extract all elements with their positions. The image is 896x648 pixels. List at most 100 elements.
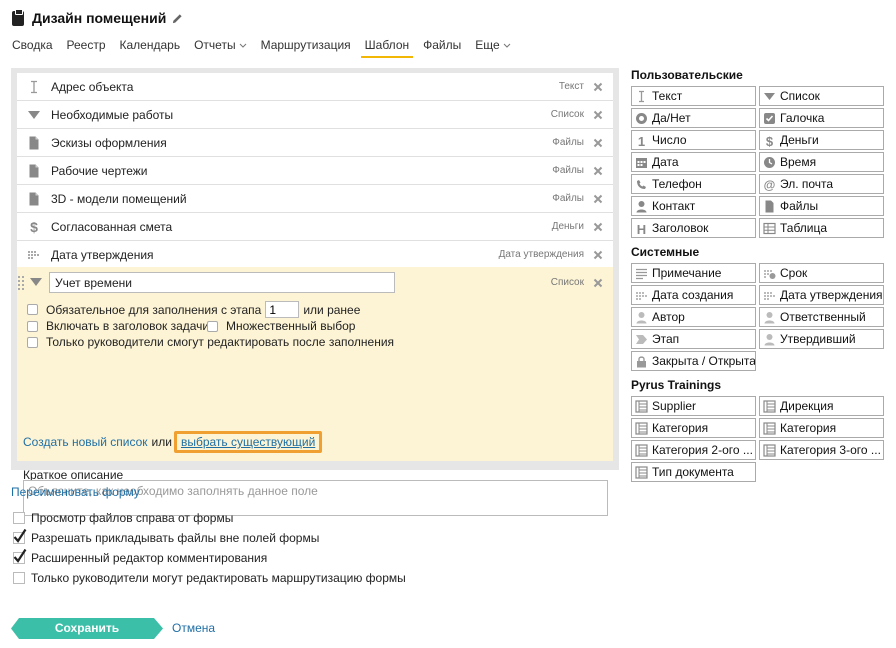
tab-more[interactable]: Еще xyxy=(475,36,511,58)
field-row-sketches[interactable]: Эскизы оформления Файлы xyxy=(17,129,613,157)
palette-approver-button[interactable]: Утвердивший xyxy=(759,329,884,349)
field-row-address[interactable]: Адрес объекта Текст xyxy=(17,73,613,101)
pick-existing-link[interactable]: выбрать существующий xyxy=(173,431,323,453)
checkmark-icon xyxy=(13,528,27,543)
close-icon[interactable] xyxy=(593,250,603,260)
text-cursor-icon xyxy=(31,80,37,94)
create-list-link[interactable]: Создать новый список xyxy=(23,435,148,449)
close-icon[interactable] xyxy=(593,110,603,120)
palette-files-button[interactable]: Файлы xyxy=(759,196,884,216)
close-icon[interactable] xyxy=(593,222,603,232)
field-type: Дата утверждения xyxy=(498,249,584,260)
palette-directorate-button[interactable]: Дирекция xyxy=(759,396,884,416)
date-dots-icon xyxy=(28,251,39,259)
tab-reports[interactable]: Отчеты xyxy=(194,36,246,58)
field-row-3d-models[interactable]: 3D - модели помещений Файлы xyxy=(17,185,613,213)
close-icon[interactable] xyxy=(593,278,603,288)
field-name-input[interactable] xyxy=(49,272,395,293)
palette-number-button[interactable]: 1 Число xyxy=(631,130,756,150)
palette-table-button[interactable]: Таблица xyxy=(759,218,884,238)
stage-input[interactable] xyxy=(265,301,300,318)
triangle-down-icon xyxy=(30,278,42,286)
managers-only-checkbox[interactable] xyxy=(27,336,38,348)
page-title: Дизайн помещений xyxy=(32,10,167,26)
close-icon[interactable] xyxy=(593,138,603,148)
palette-yes-no-button[interactable]: Да/Нет xyxy=(631,108,756,128)
include-header-label: Включать в заголовок задачи xyxy=(46,319,210,333)
form-header: Дизайн помещений xyxy=(12,8,183,28)
responsible-icon xyxy=(764,311,775,323)
file-preview-checkbox[interactable] xyxy=(13,512,25,524)
close-icon[interactable] xyxy=(593,82,603,92)
tab-registry[interactable]: Реестр xyxy=(67,36,106,58)
palette-note-button[interactable]: Примечание xyxy=(631,263,756,283)
close-icon[interactable] xyxy=(593,166,603,176)
palette-closed-open-button[interactable]: Закрыта / Открыта xyxy=(631,351,756,371)
palette-checkbox-button[interactable]: Галочка xyxy=(759,108,884,128)
close-icon[interactable] xyxy=(593,194,603,204)
tab-calendar[interactable]: Календарь xyxy=(120,36,181,58)
managers-only-option: Только руководители смогут редактировать… xyxy=(27,335,394,349)
rename-form-link[interactable]: Переименовать форму xyxy=(11,485,140,499)
managers-routing-checkbox[interactable] xyxy=(13,572,25,584)
clipboard-icon xyxy=(12,8,24,26)
palette-category-button[interactable]: Категория xyxy=(631,418,756,438)
field-row-approval-date[interactable]: Дата утверждения Дата утверждения xyxy=(17,241,613,269)
palette-stage-button[interactable]: Этап xyxy=(631,329,756,349)
save-button[interactable]: Сохранить xyxy=(11,618,163,639)
palette-text-button[interactable]: Текст xyxy=(631,86,756,106)
palette-deadline-button[interactable]: Срок xyxy=(759,263,884,283)
field-row-estimate[interactable]: $ Согласованная смета Деньги xyxy=(17,213,613,241)
include-header-checkbox[interactable] xyxy=(27,320,38,332)
extended-editor-checkbox[interactable] xyxy=(13,548,27,564)
required-checkbox[interactable] xyxy=(27,304,38,315)
palette-money-button[interactable]: $ Деньги xyxy=(759,130,884,150)
pencil-icon[interactable] xyxy=(172,13,183,24)
tab-summary[interactable]: Сводка xyxy=(12,36,53,58)
field-row-drawings[interactable]: Рабочие чертежи Файлы xyxy=(17,157,613,185)
field-name: Согласованная смета xyxy=(51,220,173,234)
trainings-fields-grid: Supplier Дирекция Категория Категория Ка… xyxy=(631,396,889,482)
palette-category-3-button[interactable]: Категория 3-ого ... xyxy=(759,440,884,460)
file-icon xyxy=(29,136,39,150)
palette-responsible-button[interactable]: Ответственный xyxy=(759,307,884,327)
palette-date-button[interactable]: Дата xyxy=(631,152,756,172)
svg-text:$: $ xyxy=(30,220,38,234)
palette-category-2-button[interactable]: Категория 2-ого ... xyxy=(631,440,756,460)
catalog-icon xyxy=(763,421,776,435)
option-file-preview: Просмотр файлов справа от формы xyxy=(13,511,233,525)
palette-supplier-button[interactable]: Supplier xyxy=(631,396,756,416)
palette-author-button[interactable]: Автор xyxy=(631,307,756,327)
palette-approval-date-button[interactable]: Дата утверждения xyxy=(759,285,884,305)
palette-contact-button[interactable]: Контакт xyxy=(631,196,756,216)
palette-heading-button[interactable]: H Заголовок xyxy=(631,218,756,238)
field-name: Необходимые работы xyxy=(51,108,174,122)
palette-phone-button[interactable]: Телефон xyxy=(631,174,756,194)
palette-email-button[interactable]: @ Эл. почта xyxy=(759,174,884,194)
tab-files[interactable]: Файлы xyxy=(423,36,461,58)
tab-template[interactable]: Шаблон xyxy=(360,36,414,58)
option-attach-files: Разрешать прикладывать файлы вне полей ф… xyxy=(13,528,319,545)
attach-files-checkbox[interactable] xyxy=(13,528,27,544)
palette-category-button[interactable]: Категория xyxy=(759,418,884,438)
field-name: 3D - модели помещений xyxy=(51,192,187,206)
palette-created-date-button[interactable]: Дата создания xyxy=(631,285,756,305)
number-icon: 1 xyxy=(638,134,645,147)
drag-handle-icon[interactable] xyxy=(18,276,26,290)
field-name: Адрес объекта xyxy=(51,80,134,94)
option-label: Просмотр файлов справа от формы xyxy=(31,511,234,525)
field-row-works[interactable]: Необходимые работы Список xyxy=(17,101,613,129)
palette-time-button[interactable]: Время xyxy=(759,152,884,172)
date-dots-icon xyxy=(636,291,647,300)
svg-text:@: @ xyxy=(764,178,776,191)
cancel-link[interactable]: Отмена xyxy=(172,621,215,635)
tab-routing[interactable]: Маршрутизация xyxy=(261,36,351,58)
field-type: Файлы xyxy=(552,165,584,176)
field-type: Файлы xyxy=(552,193,584,204)
field-type: Список xyxy=(550,277,584,288)
checkmark-icon xyxy=(13,548,27,563)
palette-list-button[interactable]: Список xyxy=(759,86,884,106)
multi-select-checkbox[interactable] xyxy=(207,320,218,332)
palette-document-type-button[interactable]: Тип документа xyxy=(631,462,756,482)
yes-no-icon xyxy=(636,112,647,124)
